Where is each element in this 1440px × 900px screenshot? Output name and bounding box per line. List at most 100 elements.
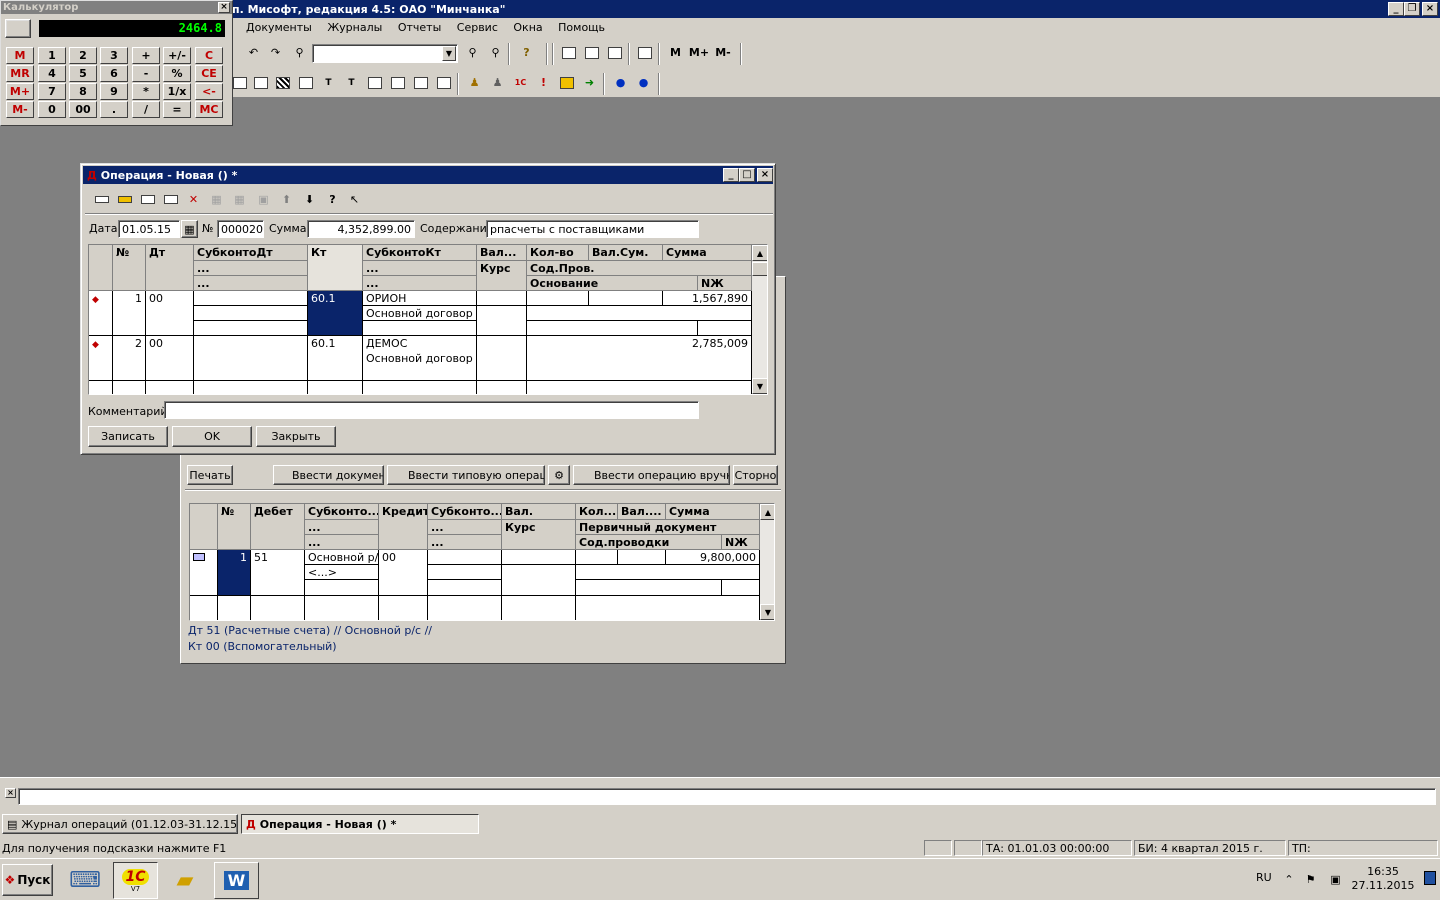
calc-key-multiply[interactable]: * (132, 83, 160, 100)
row-val-cell[interactable] (502, 550, 576, 565)
col-kurs-header[interactable]: Курс (477, 261, 527, 291)
help-icon[interactable]: ? (516, 42, 537, 63)
enter-document-button[interactable]: Ввести документ (273, 465, 384, 485)
combo-dropdown-icon[interactable]: ▼ (442, 46, 456, 61)
col-subkonto-kt-header[interactable]: Субконто... (428, 504, 502, 520)
message-line[interactable] (18, 788, 1436, 805)
taskbar-word-button[interactable]: W (214, 862, 259, 899)
chart-icon[interactable] (433, 72, 454, 93)
row-kredit-cell[interactable]: 00 (379, 550, 428, 596)
operation-close-button[interactable]: × (757, 168, 773, 182)
explorer-app-icon[interactable]: ▰ (167, 863, 203, 897)
date-input[interactable]: 01.05.15 (118, 220, 180, 238)
col-sodprov-header[interactable]: Сод.Пров. (527, 261, 752, 276)
find-icon[interactable]: ⚲ (462, 42, 483, 63)
col-dt-header[interactable]: Дт (146, 245, 194, 291)
calc-key-3[interactable]: 3 (100, 47, 128, 64)
calc-key-5[interactable]: 5 (69, 65, 97, 82)
col-kredit-header[interactable]: Кредит (379, 504, 428, 550)
col-kt-header[interactable]: Кт (308, 245, 363, 291)
row-subkonto-dt-cell[interactable] (194, 291, 308, 306)
binoculars-icon[interactable]: ⚲ (289, 42, 310, 63)
calc-key-2[interactable]: 2 (69, 47, 97, 64)
row-num-cell[interactable]: 1 (218, 550, 251, 596)
redo-icon[interactable]: ↷ (265, 42, 286, 63)
tab-journal[interactable]: ▤ Журнал операций (01.12.03-31.12.15) (2, 814, 238, 834)
alert-icon[interactable]: ! (533, 72, 554, 93)
col-subkonto-kt-header[interactable]: СубконтоКт (363, 245, 477, 261)
row-nzh-cell[interactable] (722, 580, 760, 596)
calc-key-ce[interactable]: CE (195, 65, 223, 82)
calc-key-00[interactable]: 00 (69, 101, 97, 118)
row-sodprov-cell[interactable] (527, 306, 752, 321)
calc-key-percent[interactable]: % (163, 65, 191, 82)
row-subkonto-kt-cell[interactable]: ДЕМОС (363, 336, 477, 351)
row-kolvo-cell[interactable] (527, 291, 589, 306)
journal-icon[interactable] (295, 72, 316, 93)
content-input[interactable]: рпасчеты с поставщиками (486, 220, 699, 238)
row-kt-cell[interactable]: 60.1 (308, 336, 363, 381)
scroll-down-icon[interactable]: ▼ (760, 604, 774, 620)
report3-icon[interactable] (410, 72, 431, 93)
app-close-button[interactable]: × (1422, 2, 1438, 16)
row-subkonto-dt-cell[interactable] (194, 336, 308, 381)
row-kt-cell[interactable]: 60.1 (308, 291, 363, 336)
row-perv-cell[interactable] (576, 565, 760, 580)
network-icon[interactable]: ▣ (1325, 869, 1346, 890)
col-perv-header[interactable]: Первичный документ (576, 520, 760, 535)
globe-icon[interactable]: ● (610, 72, 631, 93)
context-help-icon[interactable]: ↖ (344, 189, 365, 210)
start-button[interactable]: ❖ Пуск (2, 864, 53, 896)
col-kol-header[interactable]: Кол... (576, 504, 618, 520)
calendar-icon[interactable] (581, 42, 602, 63)
flag-icon[interactable]: ⚑ (1300, 869, 1321, 890)
menu-help[interactable]: Помощь (558, 21, 605, 34)
text-t-icon[interactable]: T (318, 72, 339, 93)
report2-icon[interactable] (387, 72, 408, 93)
row-num-cell[interactable]: 2 (113, 336, 146, 381)
delete-row-icon[interactable]: ✕ (183, 189, 204, 210)
calc-key-divide[interactable]: / (132, 101, 160, 118)
row-subkonto-kt3-cell[interactable] (428, 580, 502, 596)
operation-maximize-button[interactable]: □ (739, 168, 755, 182)
col-subkonto-dt-header[interactable]: Субконто... (305, 504, 379, 520)
calc-key-equals[interactable]: = (163, 101, 191, 118)
memory-mplus-button[interactable]: M+ (687, 42, 711, 63)
keyboard-app-icon[interactable]: ⌨ (68, 863, 102, 897)
menu-documents[interactable]: Документы (246, 21, 312, 34)
memory-mminus-button[interactable]: M- (711, 42, 735, 63)
menu-windows[interactable]: Окна (513, 21, 542, 34)
calc-key-backspace[interactable]: <- (195, 83, 223, 100)
book-icon[interactable] (634, 42, 655, 63)
calc-key-dot[interactable]: . (100, 101, 128, 118)
help-question-icon[interactable]: ? (322, 189, 343, 210)
calc-key-4[interactable]: 4 (38, 65, 66, 82)
calc-key-plus[interactable]: + (132, 47, 160, 64)
row-kurs-cell[interactable] (477, 306, 527, 336)
find-next-icon[interactable]: ⚲ (485, 42, 506, 63)
menu-reports[interactable]: Отчеты (398, 21, 441, 34)
col-kolvo-header[interactable]: Кол-во (527, 245, 589, 261)
row-osnov-cell[interactable] (527, 321, 698, 336)
calc-key-0[interactable]: 0 (38, 101, 66, 118)
date-picker-button[interactable]: ▦ (181, 220, 198, 238)
period-icon[interactable] (556, 72, 577, 93)
row-subkonto-dt2-cell[interactable] (194, 306, 308, 321)
edit-row-icon[interactable] (137, 189, 158, 210)
row-dt-cell[interactable]: 00 (146, 291, 194, 336)
row-summa-cell[interactable]: 2,785,009 (527, 336, 752, 381)
row-subkonto-dt3-cell[interactable] (194, 321, 308, 336)
operation-minimize-button[interactable]: _ (723, 168, 739, 182)
col-summa-header[interactable]: Сумма (666, 504, 760, 520)
enter-manual-operation-button[interactable]: Ввести операцию вручную (573, 465, 730, 485)
operation-grid[interactable]: № Дт СубконтоДт ... ... Кт СубконтоКт ..… (88, 244, 768, 395)
entries-grid[interactable]: № Дебет Субконто... ... ... Кредит Субко… (189, 503, 775, 621)
save-button[interactable]: Записать (88, 426, 168, 447)
col-osnov-header[interactable]: Основание (527, 276, 698, 291)
calc-key-8[interactable]: 8 (69, 83, 97, 100)
calculator-close-button[interactable]: × (218, 2, 230, 13)
close-button[interactable]: Закрыть (256, 426, 336, 447)
arrow-icon[interactable]: ➜ (579, 72, 600, 93)
number-input[interactable]: 000020 (217, 220, 264, 238)
persons-icon[interactable]: ♟ (487, 72, 508, 93)
